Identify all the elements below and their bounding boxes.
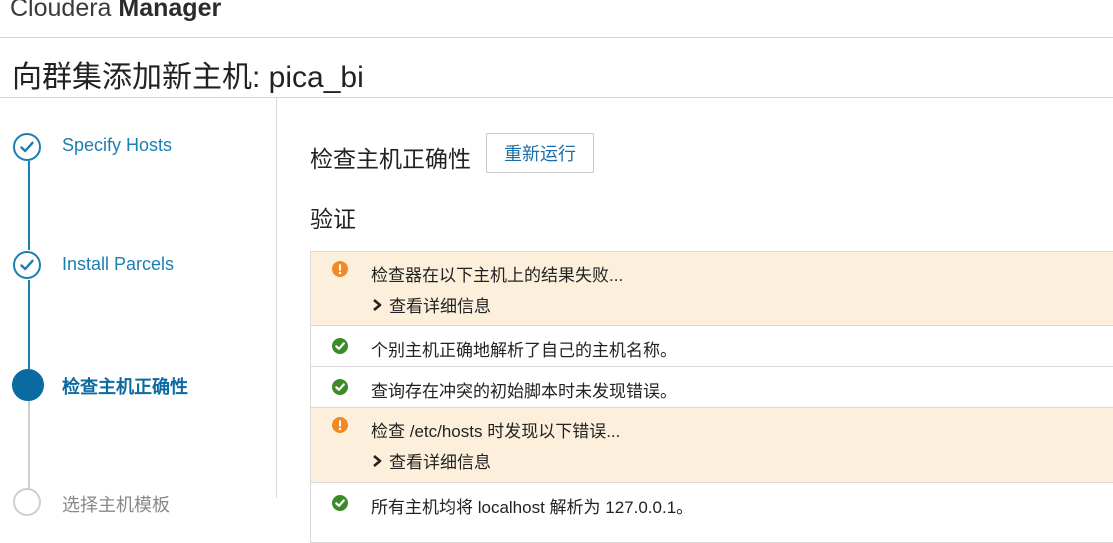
result-message: 所有主机均将 localhost 解析为 127.0.0.1。 <box>371 498 694 517</box>
warning-icon <box>332 261 348 277</box>
result-message: 检查器在以下主机上的结果失败... <box>371 266 624 285</box>
chevron-right-icon <box>373 454 382 467</box>
step-connector <box>28 280 30 369</box>
step-check-hosts[interactable]: 检查主机正确性 <box>62 373 188 399</box>
result-message: 查询存在冲突的初始脚本时未发现错误。 <box>371 382 677 401</box>
brand-logo[interactable]: Cloudera Manager <box>10 0 221 23</box>
result-message: 检查 /etc/hosts 时发现以下错误... <box>371 422 621 441</box>
step-select-template[interactable]: 选择主机模板 <box>62 491 170 517</box>
validation-results-list: 检查器在以下主机上的结果失败... 查看详细信息 个别主机正确地解析了自己的主机… <box>310 251 1113 543</box>
rerun-button[interactable]: 重新运行 <box>486 133 594 173</box>
step-connector <box>28 161 30 250</box>
step-done-check-icon <box>13 133 41 161</box>
step-connector <box>28 400 30 490</box>
brand-bold-text: Manager <box>118 0 222 22</box>
step-install-parcels[interactable]: Install Parcels <box>62 254 174 275</box>
result-message: 个别主机正确地解析了自己的主机名称。 <box>371 341 677 360</box>
warning-icon <box>332 417 348 433</box>
view-details-toggle[interactable]: 查看详细信息 <box>371 292 491 317</box>
step-active-icon <box>12 369 44 401</box>
view-details-label: 查看详细信息 <box>389 453 491 472</box>
page-title: 向群集添加新主机: pica_bi <box>12 61 364 94</box>
step-done-check-icon <box>13 251 41 279</box>
top-bar: Cloudera Manager <box>0 0 1113 38</box>
verify-title: 验证 <box>310 206 356 232</box>
success-check-icon <box>332 338 348 354</box>
chevron-right-icon <box>373 298 382 311</box>
step-specify-hosts[interactable]: Specify Hosts <box>62 135 172 156</box>
main-content: 检查主机正确性 重新运行 验证 检查器在以下主机上的结果失败... 查看详细信息… <box>277 98 1113 543</box>
result-row-warning: 检查 /etc/hosts 时发现以下错误... 查看详细信息 <box>310 408 1113 483</box>
result-row-ok: 所有主机均将 localhost 解析为 127.0.0.1。 <box>310 483 1113 543</box>
wizard-steps-sidebar: Specify Hosts Install Parcels 检查主机正确性 选择… <box>0 98 277 516</box>
brand-light-text: Cloudera <box>10 0 119 22</box>
success-check-icon <box>332 379 348 395</box>
result-row-ok: 查询存在冲突的初始脚本时未发现错误。 <box>310 367 1113 408</box>
result-row-warning: 检查器在以下主机上的结果失败... 查看详细信息 <box>310 251 1113 326</box>
view-details-label: 查看详细信息 <box>389 297 491 316</box>
title-bar: 向群集添加新主机: pica_bi <box>0 38 1113 98</box>
success-check-icon <box>332 495 348 511</box>
step-todo-icon <box>13 488 41 516</box>
view-details-toggle[interactable]: 查看详细信息 <box>371 448 491 473</box>
result-row-ok: 个别主机正确地解析了自己的主机名称。 <box>310 326 1113 367</box>
section-title: 检查主机正确性 <box>310 146 471 172</box>
